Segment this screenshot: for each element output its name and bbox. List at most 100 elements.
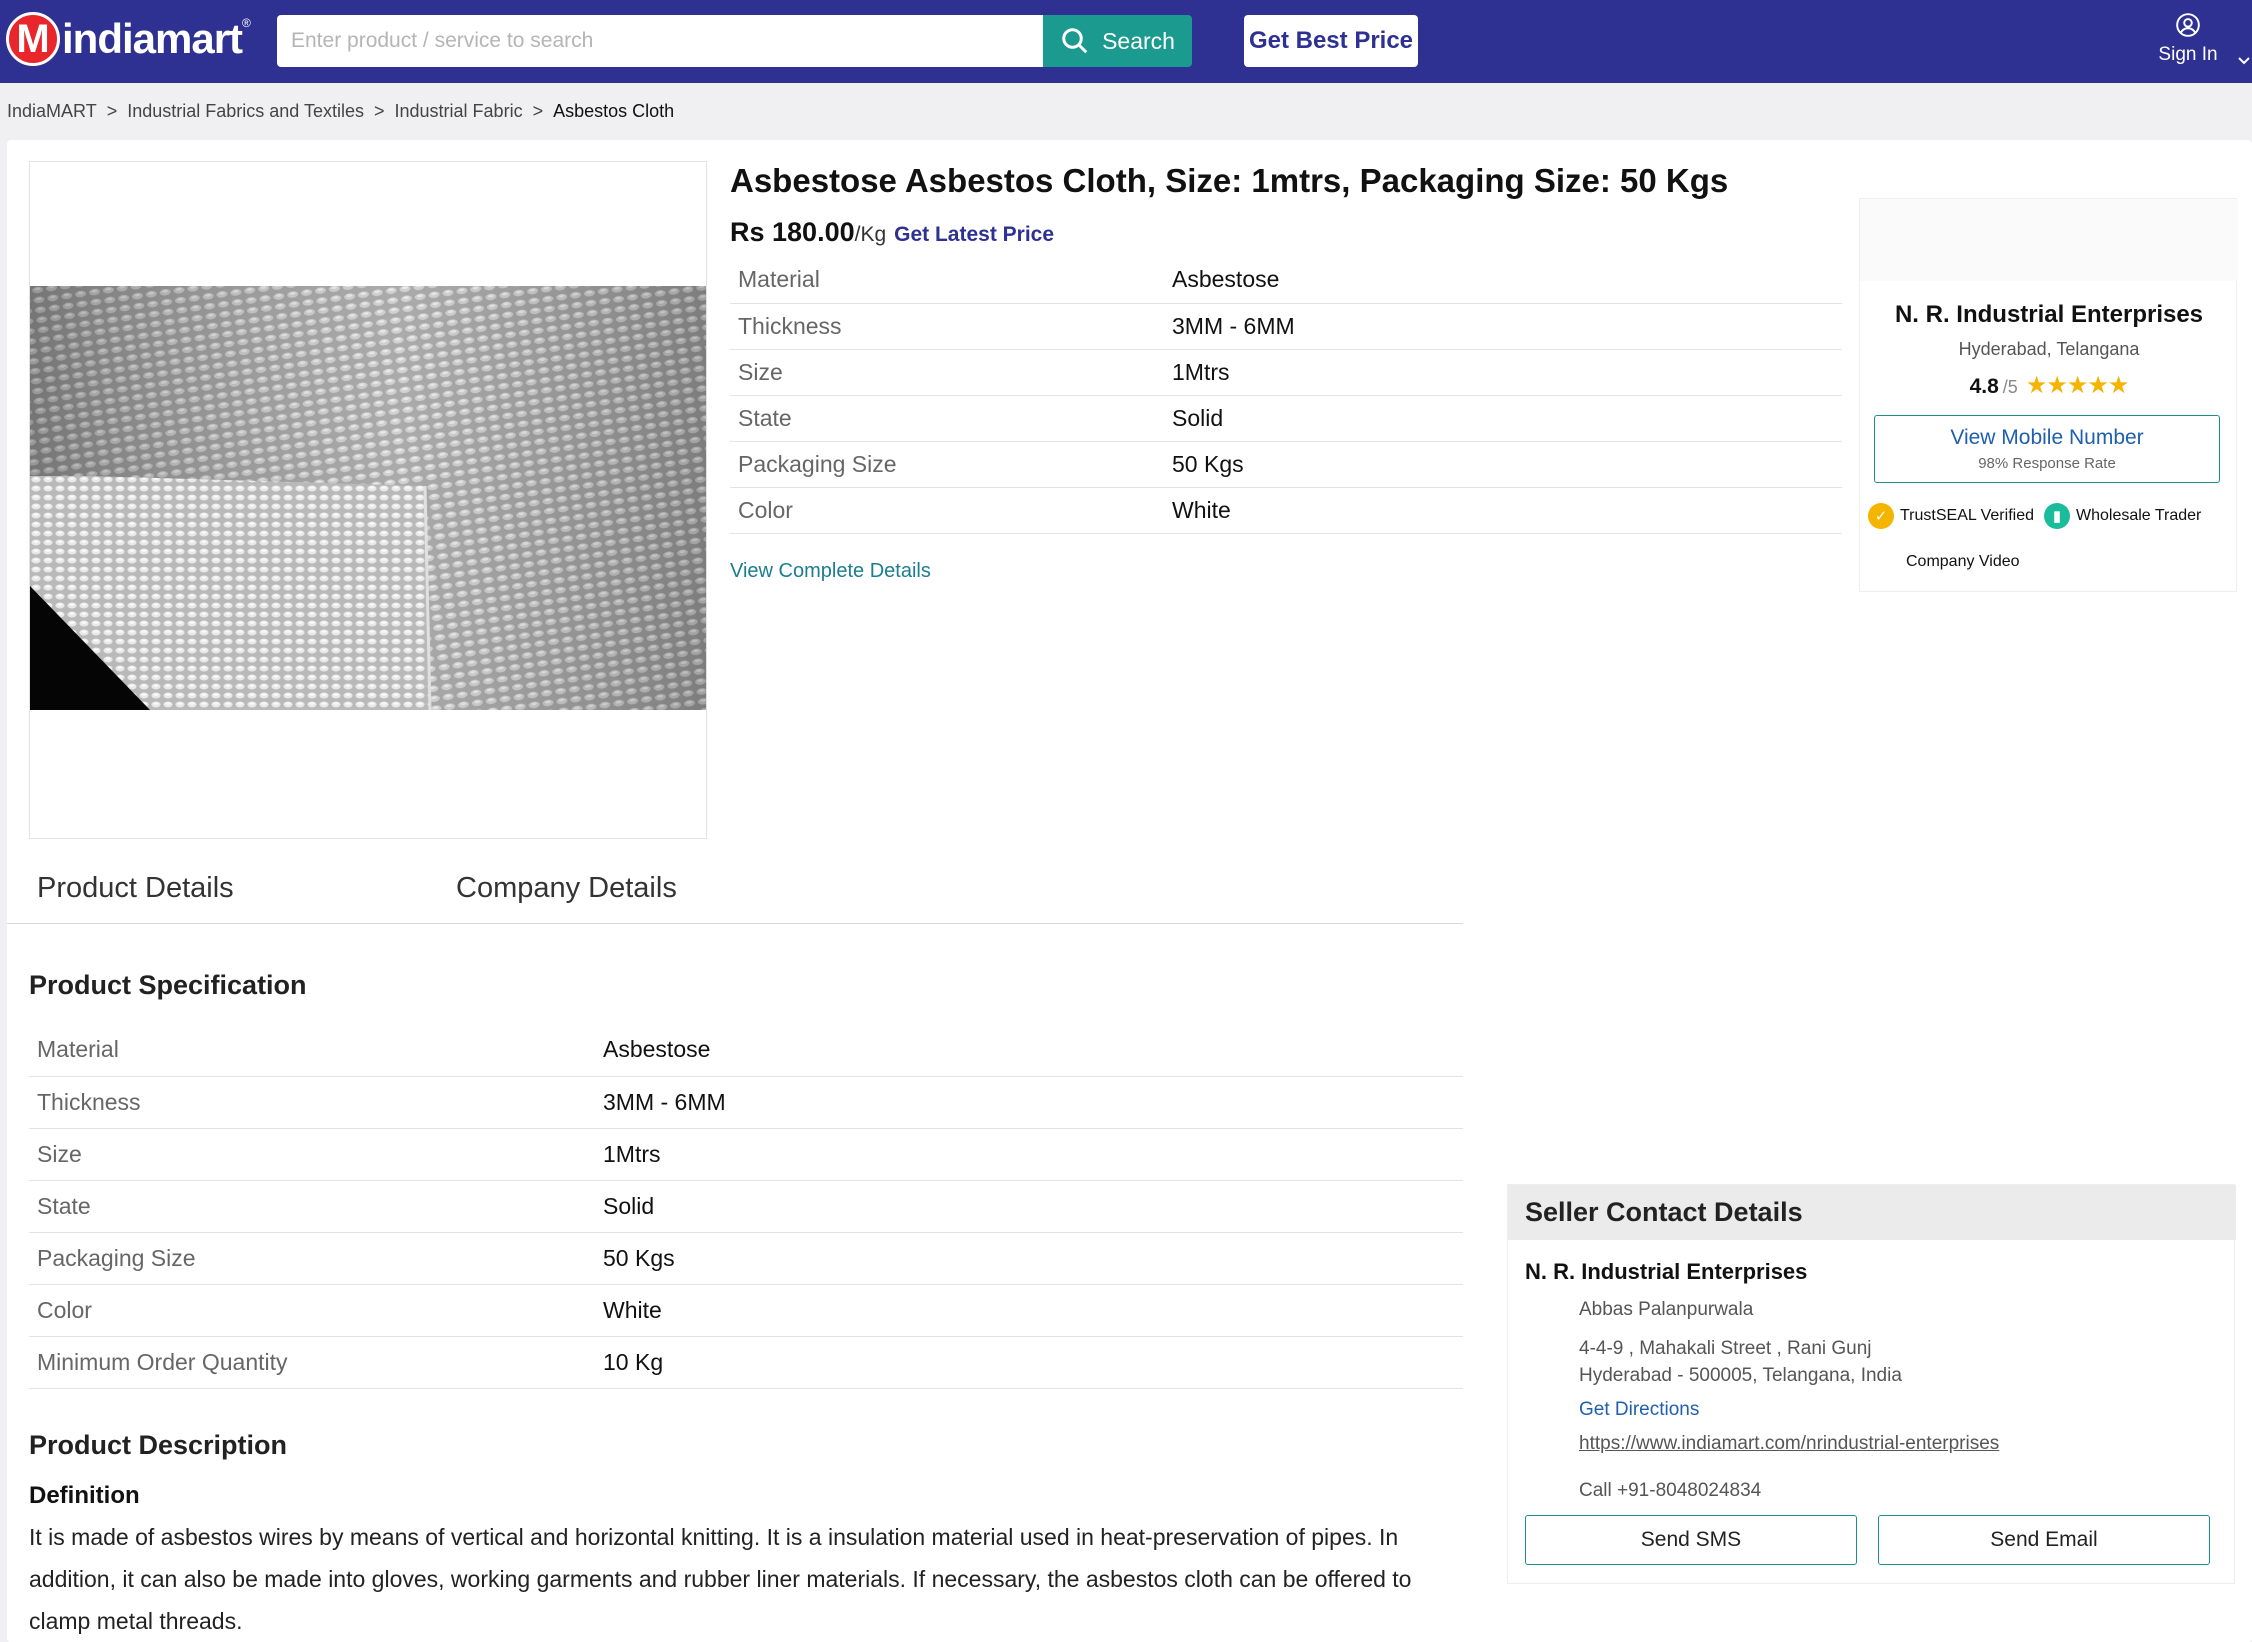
sign-in-button[interactable]: Sign In (2148, 12, 2228, 72)
wholesale-trader-label: Wholesale Trader (2075, 507, 2202, 524)
chevron-down-icon[interactable] (2236, 52, 2252, 68)
seller-location: Hyderabad, Telangana (1958, 339, 2140, 359)
definition-text: It is made of asbestos wires by means of… (29, 1524, 1412, 1634)
detail-tabs: Product Details Company Details (7, 862, 1463, 924)
table-row: State Solid (29, 1180, 1463, 1233)
seller-rating: 4.8 /5 ★★★★★ (1860, 371, 2238, 400)
spec-key: Packaging Size (730, 441, 1172, 488)
table-row: Packaging Size 50 Kgs (29, 1232, 1463, 1285)
spec-key: Minimum Order Quantity (29, 1336, 603, 1389)
registered-mark: ® (242, 16, 251, 30)
company-video-link[interactable]: Company Video (1906, 553, 2020, 571)
logo-text: indiamart (62, 15, 243, 62)
breadcrumb-industrial-fabrics[interactable]: Industrial Fabrics and Textiles (127, 101, 364, 122)
search-button-label: Search (1102, 27, 1175, 54)
view-mobile-number-button[interactable]: View Mobile Number 98% Response Rate (1874, 415, 2220, 483)
spec-key: Packaging Size (29, 1232, 603, 1285)
spec-value: Solid (603, 1180, 1463, 1233)
search-input[interactable] (277, 15, 1043, 67)
search-button[interactable]: Search (1043, 15, 1192, 67)
seller-badges: ✓ TrustSEAL Verified ▮ Wholesale Trader (1868, 503, 2238, 529)
quick-spec-table: Material Asbestose Thickness 3MM - 6MM Siz… (730, 257, 1842, 534)
product-description-heading: Product Description (29, 1430, 288, 1460)
spec-value: 3MM - 6MM (1172, 303, 1842, 350)
spec-key: State (29, 1180, 603, 1233)
product-title: Asbestose Asbestos Cloth, Size: 1mtrs, P… (730, 162, 1729, 199)
seller-contact-panel: Seller Contact Details N. R. Industrial … (1507, 1184, 2236, 1584)
contact-phone[interactable]: Call +91-8048024834 (1579, 1480, 1761, 1502)
contact-company-name[interactable]: N. R. Industrial Enterprises (1525, 1259, 1807, 1285)
spec-key: Color (29, 1284, 603, 1337)
seller-contact-header: Seller Contact Details (1508, 1185, 2236, 1240)
trustseal-icon: ✓ (1868, 503, 1894, 529)
price-unit: /Kg (854, 223, 887, 246)
spec-value: White (1172, 487, 1842, 534)
contact-address-line2: Hyderabad - 500005, Telangana, India (1579, 1365, 1902, 1386)
table-row: Minimum Order Quantity 10 Kg (29, 1336, 1463, 1389)
search-icon (1062, 28, 1088, 54)
get-directions-link[interactable]: Get Directions (1579, 1399, 1699, 1421)
logo-m-icon: M (6, 12, 60, 66)
spec-value: 10 Kg (603, 1336, 1463, 1389)
rating-max: /5 (2002, 377, 2018, 397)
spec-key: Thickness (29, 1076, 603, 1129)
spec-value: 1Mtrs (603, 1128, 1463, 1181)
spec-value: 50 Kgs (603, 1232, 1463, 1285)
spec-value: 50 Kgs (1172, 441, 1842, 488)
spec-value: Solid (1172, 395, 1842, 442)
table-row: Color White (29, 1284, 1463, 1337)
table-row: Color White (730, 487, 1842, 534)
view-complete-details-link[interactable]: View Complete Details (730, 560, 931, 583)
table-row: Material Asbestose (730, 257, 1842, 304)
seller-website-link[interactable]: https://www.indiamart.com/nrindustrial-e… (1579, 1433, 1999, 1455)
spec-key: State (730, 395, 1172, 442)
product-image-frame[interactable] (29, 161, 707, 839)
product-price: Rs 180.00 (730, 217, 855, 247)
contact-person: Abbas Palanpurwala (1579, 1299, 1754, 1320)
sign-in-label: Sign In (2158, 44, 2218, 65)
table-row: State Solid (730, 395, 1842, 442)
breadcrumb-separator: > (374, 100, 385, 121)
send-sms-button[interactable]: Send SMS (1525, 1515, 1857, 1565)
breadcrumb: IndiaMART > Industrial Fabrics and Texti… (7, 99, 674, 123)
table-row: Packaging Size 50 Kgs (730, 441, 1842, 488)
wholesale-trader-icon: ▮ (2043, 503, 2070, 529)
tab-company-details[interactable]: Company Details (456, 872, 677, 905)
star-rating-icon: ★★★★★ (2025, 372, 2130, 399)
top-header: M indiamart ® Search Get Best Price Sign… (0, 0, 2252, 83)
user-icon (2176, 13, 2200, 37)
get-latest-price-link[interactable]: Get Latest Price (894, 223, 1054, 247)
rating-value: 4.8 (1969, 375, 1999, 398)
response-rate: 98% Response Rate (1978, 455, 2116, 472)
table-row: Material Asbestose (29, 1024, 1463, 1077)
spec-value: 1Mtrs (1172, 349, 1842, 396)
seller-name[interactable]: N. R. Industrial Enterprises (1860, 301, 2238, 329)
spec-key: Size (730, 349, 1172, 396)
spec-value: Asbestose (603, 1024, 1463, 1077)
breadcrumb-indiamart[interactable]: IndiaMART (7, 101, 97, 122)
table-row: Thickness 3MM - 6MM (29, 1076, 1463, 1129)
spec-key: Size (29, 1128, 603, 1181)
breadcrumb-current: Asbestos Cloth (553, 100, 675, 121)
tab-product-details[interactable]: Product Details (37, 872, 234, 905)
seller-logo-area (1860, 199, 2238, 281)
indiamart-logo[interactable]: M indiamart ® (6, 8, 251, 70)
product-specification-heading: Product Specification (29, 970, 307, 1000)
main-content: Asbestose Asbestos Cloth, Size: 1mtrs, P… (7, 140, 2252, 1642)
breadcrumb-separator: > (106, 100, 118, 121)
spec-value: 3MM - 6MM (603, 1076, 1463, 1129)
spec-key: Color (730, 487, 1172, 534)
product-image (30, 286, 706, 710)
spec-key: Material (29, 1024, 603, 1077)
table-row: Size 1Mtrs (29, 1128, 1463, 1181)
get-best-price-button[interactable]: Get Best Price (1244, 15, 1418, 67)
seller-contact-heading: Seller Contact Details (1525, 1197, 1803, 1227)
spec-value: Asbestose (1172, 257, 1842, 304)
spec-key: Thickness (730, 303, 1172, 350)
seller-card: N. R. Industrial Enterprises Hyderabad, … (1859, 198, 2238, 592)
breadcrumb-industrial-fabric[interactable]: Industrial Fabric (395, 101, 523, 122)
send-email-button[interactable]: Send Email (1878, 1515, 2210, 1565)
spec-key: Material (730, 257, 1172, 304)
table-row: Thickness 3MM - 6MM (730, 303, 1842, 350)
breadcrumb-separator: > (532, 100, 544, 121)
